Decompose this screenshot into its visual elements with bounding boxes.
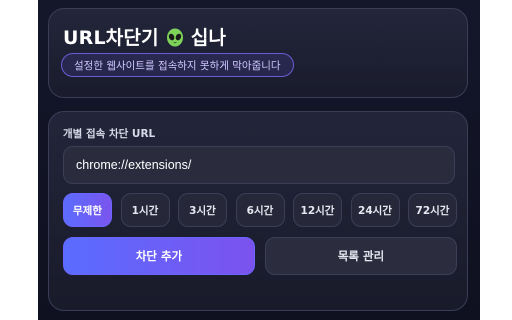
duration-1h[interactable]: 1시간 xyxy=(120,193,170,227)
duration-options: 무제한 1시간 3시간 6시간 12시간 24시간 72시간 xyxy=(63,193,457,227)
url-section-label: 개별 접속 차단 URL xyxy=(63,128,156,140)
app-title: URL차단기 xyxy=(63,27,159,49)
action-buttons: 차단 추가 목록 관리 xyxy=(63,237,457,275)
duration-72h[interactable]: 72시간 xyxy=(408,193,457,227)
duration-3h[interactable]: 3시간 xyxy=(178,193,227,227)
add-block-button[interactable]: 차단 추가 xyxy=(63,237,255,275)
url-input[interactable] xyxy=(63,146,455,184)
alien-icon xyxy=(165,27,185,47)
extension-popup: URL차단기 십나 설정한 웹사이트를 접속하지 못하게 막아줍니다 개별 접속… xyxy=(38,0,480,320)
header-card: URL차단기 십나 설정한 웹사이트를 접속하지 못하게 막아줍니다 xyxy=(48,8,468,98)
title-row: URL차단기 십나 xyxy=(63,23,226,50)
block-form-card: 개별 접속 차단 URL 무제한 1시간 3시간 6시간 12시간 24시간 7… xyxy=(48,111,468,311)
duration-6h[interactable]: 6시간 xyxy=(235,193,285,227)
subtitle-badge: 설정한 웹사이트를 접속하지 못하게 막아줍니다 xyxy=(61,53,294,77)
duration-24h[interactable]: 24시간 xyxy=(350,193,400,227)
duration-12h[interactable]: 12시간 xyxy=(293,193,342,227)
app-title-suffix: 십나 xyxy=(190,27,227,49)
manage-list-button[interactable]: 목록 관리 xyxy=(265,237,457,275)
duration-unlimited[interactable]: 무제한 xyxy=(63,193,112,227)
